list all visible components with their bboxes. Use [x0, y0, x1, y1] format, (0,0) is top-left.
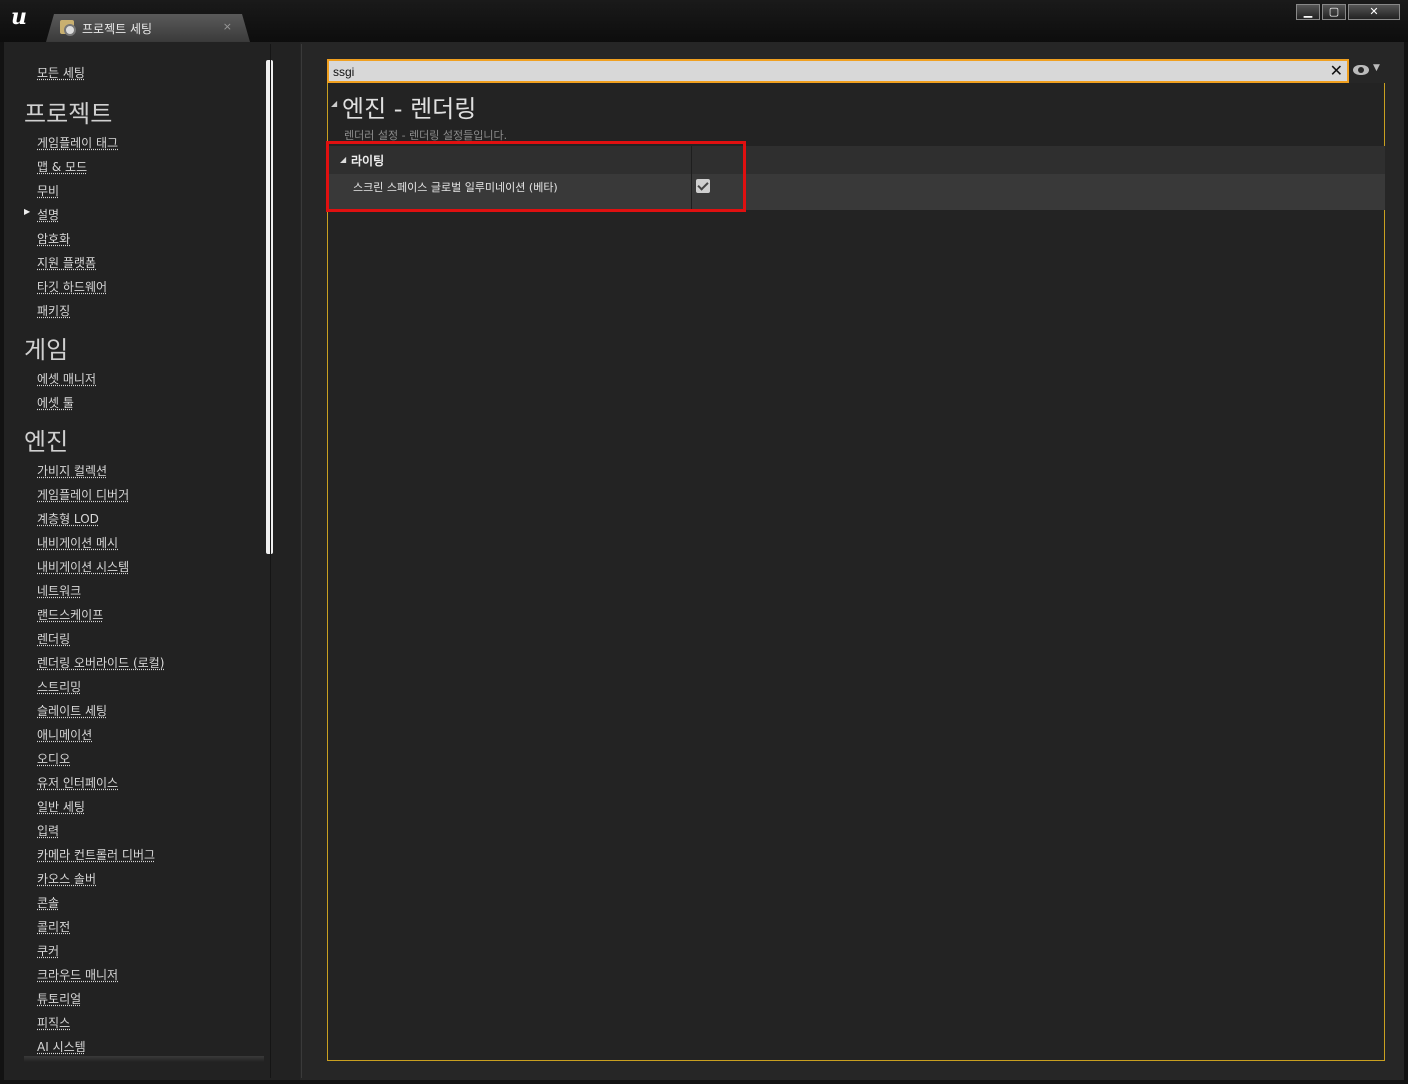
sidebar-nav-item[interactable]: 렌더링 [37, 630, 70, 647]
highlight-box [326, 141, 746, 212]
window-controls: ▁ ▢ ✕ [1296, 4, 1400, 20]
sidebar-nav-item[interactable]: 내비게이션 메시 [37, 534, 118, 551]
sidebar-nav-item[interactable]: 내비게이션 시스템 [37, 558, 129, 575]
panel-divider [301, 44, 302, 1078]
nav-section-header: 엔진 [24, 428, 69, 456]
title-bar: u 프로젝트 세팅 × ▁ ▢ ✕ [0, 0, 1408, 42]
sidebar-nav-item[interactable]: 콜리전 [37, 918, 70, 935]
sidebar-nav-item[interactable]: 타깃 하드웨어 [37, 278, 107, 295]
sidebar-nav-item[interactable]: 일반 세팅 [37, 798, 85, 815]
sidebar-nav-item[interactable]: 애니메이션 [37, 726, 92, 743]
sidebar-nav[interactable]: 모든 세팅 프로젝트게임플레이 태그맵 & 모드무비설명암호화지원 플랫폼타깃 … [4, 42, 274, 1062]
sidebar-nav-item[interactable]: 패키징 [37, 302, 70, 319]
sidebar-nav-item[interactable]: 카오스 솔버 [37, 870, 96, 887]
sidebar-nav-item[interactable]: 에셋 매니저 [37, 370, 96, 387]
sidebar-nav-item[interactable]: 크라우드 매니저 [37, 966, 118, 983]
unreal-logo-icon: u [11, 4, 27, 30]
sidebar-nav-item[interactable]: 게임플레이 태그 [37, 134, 118, 151]
sidebar-nav-item[interactable]: 지원 플랫폼 [37, 254, 96, 271]
close-button[interactable]: ✕ [1348, 4, 1400, 20]
main-area: 모든 세팅 프로젝트게임플레이 태그맵 & 모드무비설명암호화지원 플랫폼타깃 … [4, 42, 1404, 1080]
sidebar-nav-item[interactable]: 피직스 [37, 1014, 70, 1031]
collapse-triangle-icon[interactable]: ◢ [331, 99, 337, 108]
clear-search-icon[interactable]: ✕ [1330, 61, 1343, 81]
section-title: 엔진 - 렌더링 [342, 95, 477, 123]
sidebar-nav-item[interactable]: 유저 인터페이스 [37, 774, 118, 791]
settings-tab-icon [60, 20, 76, 36]
sidebar-edge [270, 44, 271, 1078]
minimize-button[interactable]: ▁ [1296, 4, 1320, 20]
sidebar-nav-item[interactable]: 게임플레이 디버거 [37, 486, 129, 503]
sidebar-nav-item[interactable]: 맵 & 모드 [37, 158, 87, 175]
nav-section-header: 게임 [24, 336, 69, 364]
tab-close-icon[interactable]: × [223, 20, 232, 33]
chevron-down-icon: ▼ [1373, 63, 1380, 73]
sidebar-nav-item[interactable]: 쿠커 [37, 942, 59, 959]
sidebar-nav-item[interactable]: 계층형 LOD [37, 510, 99, 527]
settings-sidebar: 모든 세팅 프로젝트게임플레이 태그맵 & 모드무비설명암호화지원 플랫폼타깃 … [4, 42, 300, 1080]
sidebar-nav-item[interactable]: 오디오 [37, 750, 70, 767]
sidebar-nav-item[interactable]: 렌더링 오버라이드 (로컬) [37, 654, 164, 671]
tab-project-settings[interactable]: 프로젝트 세팅 × [46, 14, 250, 42]
nav-all-settings[interactable]: 모든 세팅 [37, 64, 85, 81]
sidebar-nav-item[interactable]: 랜드스케이프 [37, 606, 103, 623]
search-box: ✕ [327, 59, 1349, 83]
sidebar-nav-item[interactable]: 설명 [24, 206, 59, 223]
details-panel: ◢ 엔진 - 렌더링 렌더러 설정 - 렌더링 설정들입니다. ◢ 라이팅 스크… [326, 83, 1385, 1061]
sidebar-nav-item[interactable]: 암호화 [37, 230, 70, 247]
sidebar-nav-item[interactable]: 네트워크 [37, 582, 81, 599]
sidebar-nav-item[interactable]: 스트리밍 [37, 678, 81, 695]
sidebar-nav-item[interactable]: 슬레이트 세팅 [37, 702, 107, 719]
sidebar-nav-item[interactable]: 콘솔 [37, 894, 59, 911]
nav-section-header: 프로젝트 [24, 100, 113, 128]
sidebar-nav-item[interactable]: 무비 [37, 182, 59, 199]
sidebar-scroll-shadow [24, 1056, 264, 1062]
maximize-button[interactable]: ▢ [1322, 4, 1346, 20]
tab-label: 프로젝트 세팅 [82, 22, 153, 36]
sidebar-nav-item[interactable]: 튜토리얼 [37, 990, 81, 1007]
sidebar-nav-item[interactable]: AI 시스템 [37, 1038, 86, 1055]
visibility-options-button[interactable]: ▼ [1353, 63, 1383, 78]
sidebar-nav-item[interactable]: 에셋 툴 [37, 394, 74, 411]
eye-icon [1353, 65, 1369, 75]
search-input[interactable] [333, 63, 1313, 81]
sidebar-nav-item[interactable]: 입력 [37, 822, 59, 839]
sidebar-nav-item[interactable]: 가비지 컬렉션 [37, 462, 107, 479]
sidebar-nav-item[interactable]: 카메라 컨트롤러 디버그 [37, 846, 155, 863]
